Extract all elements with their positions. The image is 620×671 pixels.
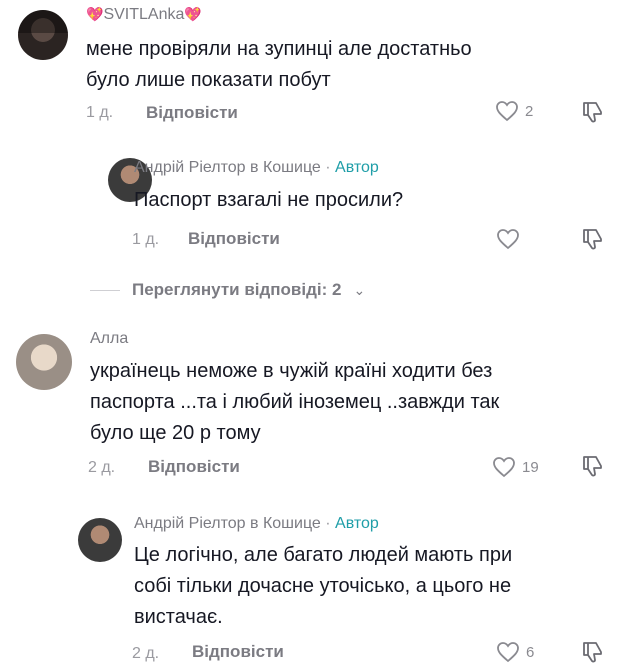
comment-age: 2 д. (88, 459, 116, 476)
reply-button[interactable]: Відповісти (146, 103, 238, 123)
comment-text: Паспорт взагалі не просили? (134, 189, 404, 211)
like-count: 2 (525, 102, 534, 120)
comment-username[interactable]: Андрій Ріелтор в Кошице · Автор (134, 515, 379, 533)
heart-decoration-icon: 💖 (86, 6, 104, 22)
thumbs-down-icon (583, 456, 602, 477)
comment-age: 1 д. (132, 231, 160, 248)
comment-age: 2 д. (132, 645, 160, 662)
author-badge: Автор (335, 159, 379, 176)
like-button[interactable]: 2 (495, 100, 533, 122)
like-button[interactable]: 6 (496, 641, 534, 663)
comment-age: 1 д. (86, 104, 114, 121)
avatar[interactable] (16, 334, 72, 390)
avatar[interactable] (18, 10, 68, 60)
thumbs-down-icon (583, 102, 602, 123)
reply-button[interactable]: Відповісти (148, 457, 240, 477)
thumbs-down-icon (583, 229, 602, 250)
heart-decoration-icon: 💖 (184, 6, 202, 22)
like-count: 6 (526, 643, 535, 661)
view-replies-button[interactable]: Переглянути відповіді: 2 ⌄ (90, 272, 510, 308)
reply-button[interactable]: Відповісти (192, 642, 284, 662)
view-replies-label: Переглянути відповіді: 2 (132, 280, 342, 299)
divider (90, 289, 120, 291)
heart-outline-icon (493, 457, 515, 478)
comment-username[interactable]: 💖SVITLAnka💖 (86, 6, 202, 24)
dislike-button[interactable] (580, 226, 606, 257)
comment-text: Це логічно, але багато людей мають при с… (134, 544, 513, 628)
like-button[interactable]: 19 (492, 456, 539, 478)
comment-text: мене провіряли на зупинці але достатньо … (86, 38, 472, 91)
avatar[interactable] (78, 518, 122, 562)
comment-text: українець неможе в чужій країні ходити б… (90, 360, 500, 444)
thumbs-down-icon (583, 642, 602, 663)
heart-outline-icon (496, 101, 518, 122)
dislike-button[interactable] (580, 639, 606, 670)
dislike-button[interactable] (580, 453, 606, 484)
heart-outline-icon (497, 642, 519, 663)
reply-button[interactable]: Відповісти (188, 229, 280, 249)
chevron-down-icon: ⌄ (353, 281, 366, 298)
author-badge: Автор (335, 515, 379, 532)
dislike-button[interactable] (580, 99, 606, 130)
heart-outline-icon (497, 229, 519, 250)
like-button[interactable] (496, 228, 526, 250)
comment-username[interactable]: Алла (90, 330, 128, 348)
comment-username[interactable]: Андрій Ріелтор в Кошице · Автор (134, 159, 379, 177)
like-count: 19 (522, 458, 539, 476)
